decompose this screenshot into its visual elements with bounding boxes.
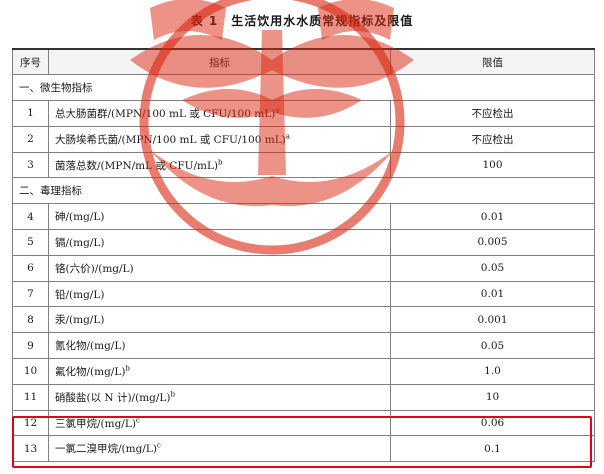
limit-value: 1.0 [390,358,595,385]
indicator-cell: 氰化物/(mg/L) [48,332,391,360]
indicator-cell: 铅/(mg/L) [48,280,391,308]
row-number: 13 [12,435,49,463]
limit-value: 0.005 [390,229,595,256]
limit-value: 100 [390,151,595,179]
indicator-cell: 三氯甲烷/(mg/L)c [48,409,391,437]
indicator-name: 汞/(mg/L) [55,314,105,327]
row-number: 9 [12,332,49,360]
limit-value: 0.01 [390,203,595,231]
indicator-name: 总大肠菌群/(MPN/100 mL 或 CFU/100 mL) [55,107,276,120]
header-no: 序号 [12,48,49,76]
header-limit: 限值 [390,48,595,76]
header-indicator: 指标 [48,48,391,76]
table-row: 6 铬(六价)/(mg/L) 0.05 [12,254,595,282]
indicator-cell: 铬(六价)/(mg/L) [48,254,391,282]
indicator-cell: 硝酸盐(以 N 计)/(mg/L)b [48,383,391,411]
table-row: 11 硝酸盐(以 N 计)/(mg/L)b 10 [12,383,595,411]
indicator-cell: 总大肠菌群/(MPN/100 mL 或 CFU/100 mL)a [48,100,391,127]
limit-value: 0.05 [390,332,595,360]
footnote-mark: a [285,132,290,141]
table-row: 8 汞/(mg/L) 0.001 [12,306,595,334]
row-number: 10 [12,358,49,385]
indicator-cell: 大肠埃希氏菌/(MPN/100 mL 或 CFU/100 mL)a [48,125,391,153]
indicator-cell: 一氯二溴甲烷/(mg/L)c [48,435,391,463]
limit-value: 0.01 [390,280,595,308]
section-label: 二、毒理指标 [12,177,595,205]
water-quality-table: 序号 指标 限值 一、微生物指标 1 总大肠菌群/(MPN/100 mL 或 CFU… [12,48,595,463]
row-number: 11 [12,383,49,411]
footnote-mark: a [275,106,280,115]
indicator-cell: 砷/(mg/L) [48,203,391,231]
limit-value: 10 [390,383,595,411]
limit-value: 不应检出 [390,125,595,153]
row-number: 2 [12,125,49,153]
table-row: 2 大肠埃希氏菌/(MPN/100 mL 或 CFU/100 mL)a 不应检出 [12,125,595,153]
indicator-name: 硝酸盐(以 N 计)/(mg/L) [55,391,171,404]
row-number: 6 [12,254,49,282]
indicator-cell: 汞/(mg/L) [48,306,391,334]
footnote-mark: c [135,416,140,425]
table-row: 5 镉/(mg/L) 0.005 [12,229,595,256]
table-row: 12 三氯甲烷/(mg/L)c 0.06 [12,409,595,437]
indicator-cell: 氟化物/(mg/L)b [48,358,391,385]
table-title: 表 1 生活饮用水水质常规指标及限值 [190,14,414,28]
indicator-name: 氰化物/(mg/L) [55,340,126,353]
row-number: 3 [12,151,49,179]
table-row: 4 砷/(mg/L) 0.01 [12,203,595,231]
indicator-name: 三氯甲烷/(mg/L) [55,417,136,430]
section-label: 一、微生物指标 [12,74,595,102]
indicator-cell: 菌落总数/(MPN/mL 或 CFU/mL)b [48,151,391,179]
indicator-name: 镉/(mg/L) [55,236,105,249]
indicator-cell: 镉/(mg/L) [48,229,391,256]
table-row: 10 氟化物/(mg/L)b 1.0 [12,358,595,385]
table-row: 13 一氯二溴甲烷/(mg/L)c 0.1 [12,435,595,463]
row-number: 4 [12,203,49,231]
indicator-name: 铬(六价)/(mg/L) [55,262,134,275]
limit-value: 0.05 [390,254,595,282]
table-row: 3 菌落总数/(MPN/mL 或 CFU/mL)b 100 [12,151,595,179]
footnote-mark: c [156,441,161,450]
section-row: 一、微生物指标 [12,74,595,102]
table-row: 1 总大肠菌群/(MPN/100 mL 或 CFU/100 mL)a 不应检出 [12,100,595,127]
row-number: 5 [12,229,49,256]
indicator-name: 铅/(mg/L) [55,288,105,301]
footnote-mark: b [170,390,175,399]
limit-value: 0.001 [390,306,595,334]
row-number: 1 [12,100,49,127]
row-number: 8 [12,306,49,334]
footnote-mark: b [125,364,130,373]
limit-value: 不应检出 [390,100,595,127]
table-row: 7 铅/(mg/L) 0.01 [12,280,595,308]
table-row: 9 氰化物/(mg/L) 0.05 [12,332,595,360]
indicator-name: 氟化物/(mg/L) [55,365,126,378]
limit-value: 0.06 [390,409,595,437]
indicator-name: 菌落总数/(MPN/mL 或 CFU/mL) [55,159,219,172]
indicator-name: 一氯二溴甲烷/(mg/L) [55,443,157,456]
limit-value: 0.1 [390,435,595,463]
section-row: 二、毒理指标 [12,177,595,205]
row-number: 12 [12,409,49,437]
indicator-name: 大肠埃希氏菌/(MPN/100 mL 或 CFU/100 mL) [55,133,286,146]
indicator-name: 砷/(mg/L) [55,211,105,224]
table-body: 一、微生物指标 1 总大肠菌群/(MPN/100 mL 或 CFU/100 mL)a… [12,74,595,463]
row-number: 7 [12,280,49,308]
footnote-mark: b [218,158,223,167]
